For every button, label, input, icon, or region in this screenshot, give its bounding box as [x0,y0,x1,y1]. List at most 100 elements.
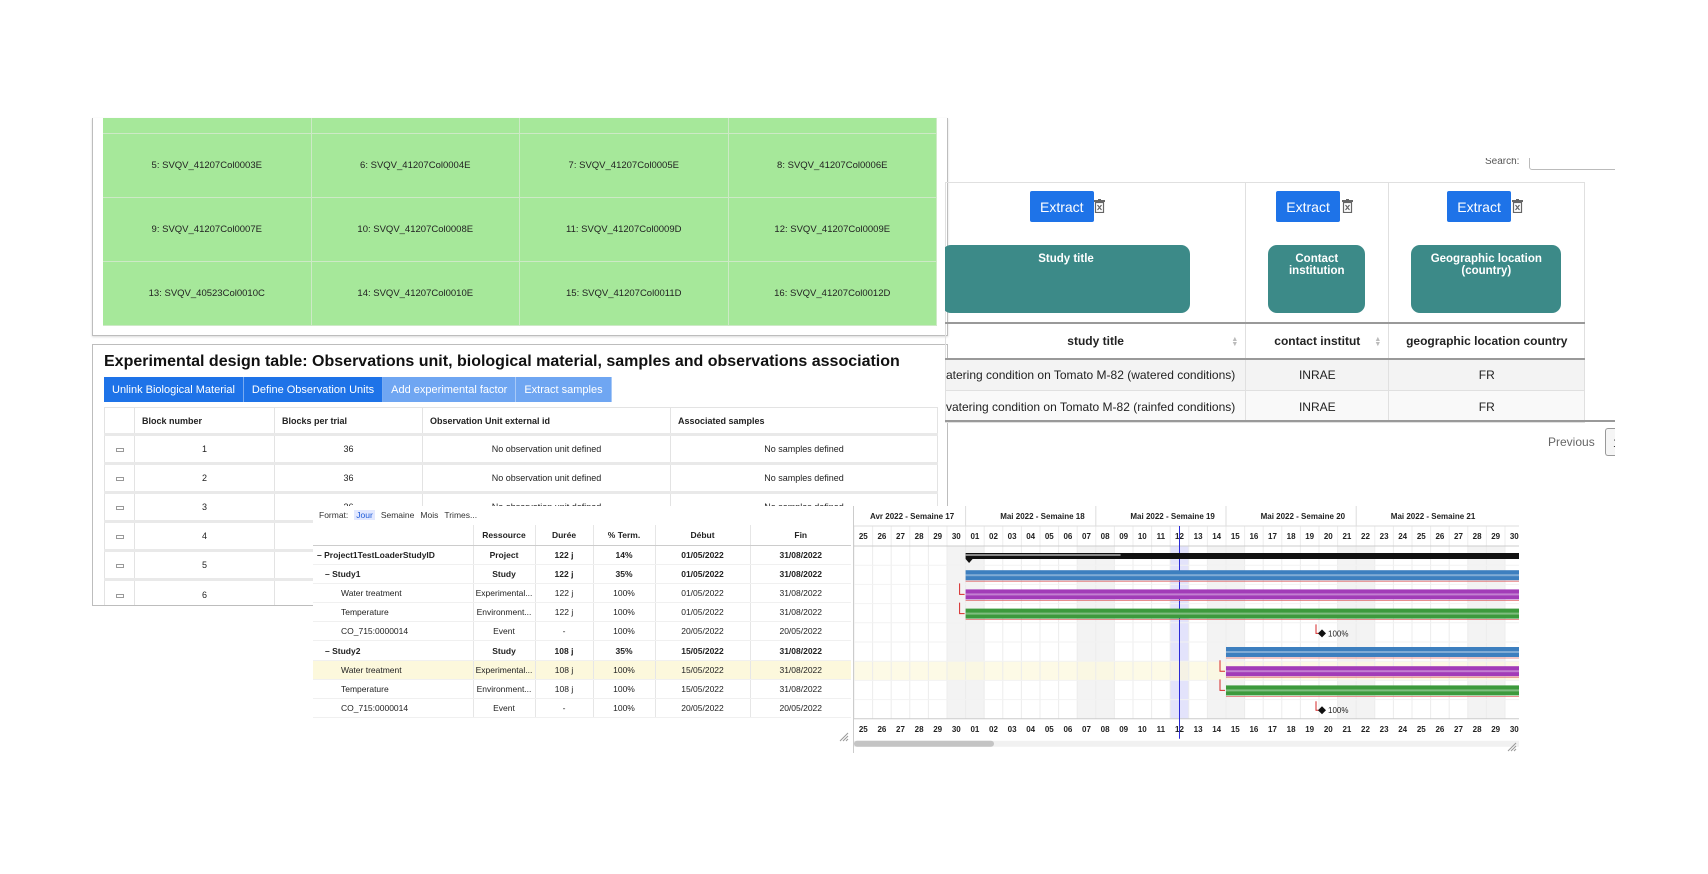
gantt-duration-cell: - [534,698,593,719]
extract-button[interactable]: Extract [1447,191,1511,222]
sample-cell[interactable] [311,118,520,134]
sample-cell[interactable]: 6: SVQV_41207Col0004E [311,134,520,198]
contact-institution-cell: INRAE [1245,358,1390,391]
table-row[interactable]: 1 36 No observation unit defined No samples… [104,433,938,464]
contact-institution-column-header[interactable]: contact institut ▲ ▼ [1245,321,1390,360]
sample-cell[interactable]: 13: SVQV_40523Col0010C [103,262,312,326]
study-title-column-header[interactable]: study title ▲ ▼ [945,321,1247,360]
previous-page-link[interactable]: Previous [1548,435,1595,449]
gantt-end-cell: 31/08/2022 [749,660,851,680]
checkbox-icon[interactable] [115,448,124,452]
trash-icon[interactable] [1094,199,1105,213]
gantt-resource-cell: Event [472,698,535,719]
trash-icon[interactable] [1342,199,1354,213]
sample-cell[interactable]: 9: SVQV_41207Col0007E [103,198,312,262]
sample-cell[interactable] [520,118,729,134]
day-label: 29 [933,532,942,541]
end-header[interactable]: Fin [749,525,851,546]
block-number-cell: 2 [134,462,275,493]
table-row[interactable]: vatering condition on Tomato M-82 (rainf… [945,390,1586,423]
trash-icon[interactable] [1512,199,1524,213]
gantt-start-cell: 01/05/2022 [654,545,750,565]
gantt-name-cell: CO_715:0000014 [313,621,473,642]
associated-samples-cell: No samples defined [670,462,938,493]
duration-header[interactable]: Durée [534,525,593,546]
resize-handle-icon[interactable] [839,732,849,742]
associated-samples-header[interactable]: Associated samples [670,407,938,436]
start-header[interactable]: Début [654,525,750,546]
gantt-task-row[interactable]: – Study2 Study 108 j 35% 15/05/2022 31/08/202… [313,640,851,661]
gantt-start-cell: 01/05/2022 [654,583,750,604]
day-label: 27 [1454,725,1463,734]
day-label: 05 [1045,725,1054,734]
study-title-field[interactable]: Study title [945,245,1190,313]
checkbox-icon[interactable] [115,593,124,598]
sample-cell[interactable]: 16: SVQV_41207Col0012D [728,262,937,326]
gantt-duration-cell: 122 j [534,564,593,584]
day-label: 15 [1231,725,1240,734]
sample-cell[interactable]: 10: SVQV_41207Col0008E [311,198,520,262]
sample-cell[interactable]: 7: SVQV_41207Col0005E [520,134,729,198]
resize-handle-icon[interactable] [1507,742,1517,752]
gantt-task-row[interactable]: Water treatment Experimental... 122 j 100% 0… [313,583,851,604]
gantt-progress-cell: 100% [592,679,655,700]
search-input[interactable] [1529,158,1615,170]
resource-header[interactable]: Ressource [472,525,535,546]
sample-cell[interactable]: 5: SVQV_41207Col0003E [103,134,312,198]
row-select-checkbox[interactable] [104,433,135,464]
checkbox-icon[interactable] [115,477,124,481]
block-number-header[interactable]: Block number [134,407,275,436]
checkbox-icon[interactable] [115,506,124,510]
geographic-location-column-header[interactable]: geographic location country [1388,321,1586,360]
format-week-option[interactable]: Semaine [381,510,415,520]
study-title-cell: atering condition on Tomato M-82 (watere… [945,358,1247,391]
sample-cell[interactable] [728,118,937,134]
row-select-checkbox[interactable] [104,578,135,605]
gantt-task-row[interactable]: – Project1TestLoaderStudyID Project 122 j1… [313,545,851,565]
extract-button[interactable]: Extract [1276,191,1340,222]
extract-samples-button[interactable]: Extract samples [516,377,612,402]
horizontal-scrollbar-thumb[interactable] [854,740,994,747]
day-label: 08 [1101,725,1110,734]
day-label: 06 [1063,532,1072,541]
format-month-option[interactable]: Mois [420,510,438,520]
format-day-option[interactable]: Jour [354,510,375,520]
page-button[interactable]: 1 [1605,428,1615,456]
progress-header[interactable]: % Term. [592,525,655,546]
checkbox-icon[interactable] [115,564,124,568]
geographic-location-field[interactable]: Geographic location (country) [1411,245,1562,313]
gantt-resource-cell: Experimental... [472,583,535,604]
contact-institution-field[interactable]: Contact institution [1268,245,1366,313]
sample-cell[interactable]: 14: SVQV_41207Col0010E [311,262,520,326]
unlink-biological-material-button[interactable]: Unlink Biological Material [104,377,244,402]
gantt-task-row[interactable]: CO_715:0000014 Event -100% 20/05/2022 20/05/… [313,698,851,719]
sample-cell[interactable]: 15: SVQV_41207Col0011D [520,262,729,326]
table-row[interactable]: 2 36 No observation unit defined No samples… [104,462,938,493]
row-select-checkbox[interactable] [104,462,135,493]
day-label: 27 [896,725,905,734]
row-select-checkbox[interactable] [104,549,135,580]
gantt-task-row[interactable]: Temperature Environment... 108 j 100% 15/05/… [313,679,851,700]
extract-button[interactable]: Extract [1030,191,1094,222]
day-label: 30 [952,532,961,541]
gantt-task-row[interactable]: – Study1 Study 122 j 35% 01/05/2022 31/08/202… [313,564,851,584]
gantt-task-row[interactable]: Temperature Environment... 122 j 100% 01/05/… [313,602,851,623]
sample-cell[interactable]: 8: SVQV_41207Col0006E [728,134,937,198]
define-observation-units-button[interactable]: Define Observation Units [243,377,384,402]
add-experimental-factor-button[interactable]: Add experimental factor [383,377,517,402]
day-label: 06 [1063,725,1072,734]
format-quarter-option[interactable]: Trimes... [444,510,477,520]
table-row[interactable]: atering condition on Tomato M-82 (watere… [945,358,1586,391]
day-label: 28 [1473,725,1482,734]
gantt-task-row[interactable]: Water treatment Experimental... 108 j 100% 1… [313,660,851,680]
sample-cell[interactable]: 12: SVQV_41207Col0009E [728,198,937,262]
blocks-per-trial-header[interactable]: Blocks per trial [274,407,423,436]
row-select-checkbox[interactable] [104,520,135,551]
sample-cell[interactable]: 11: SVQV_41207Col0009D [520,198,729,262]
observation-unit-header[interactable]: Observation Unit external id [422,407,671,436]
sample-cell[interactable] [103,118,312,134]
gantt-end-cell: 20/05/2022 [749,698,851,719]
gantt-task-row[interactable]: CO_715:0000014 Event -100% 20/05/2022 20/05/… [313,621,851,642]
row-select-checkbox[interactable] [104,491,135,522]
checkbox-icon[interactable] [115,535,124,539]
